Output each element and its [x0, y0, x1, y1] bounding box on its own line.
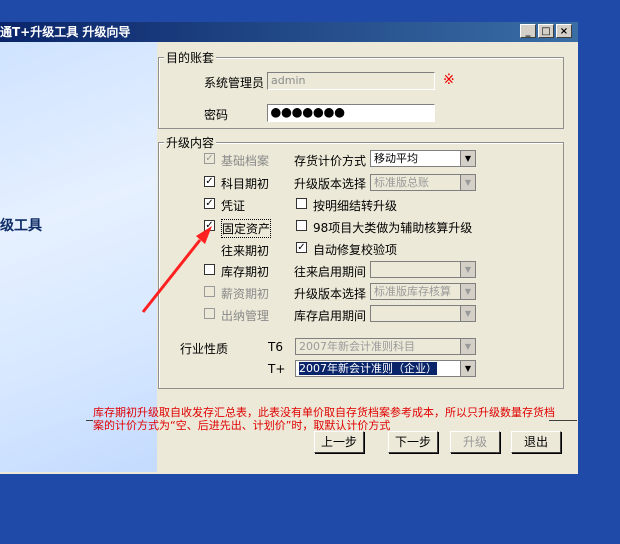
- checkbox-account-opening[interactable]: ✓: [204, 176, 215, 187]
- chevron-down-icon: ▼: [460, 175, 475, 190]
- admin-label: 系统管理员: [204, 76, 265, 90]
- voucher-label: 凭证: [221, 199, 246, 213]
- checkbox-aux-upgrade[interactable]: [296, 220, 307, 231]
- password-input[interactable]: ●●●●●●●: [267, 104, 435, 122]
- ar-period-select[interactable]: ▼: [370, 261, 476, 278]
- minimize-button[interactable]: _: [520, 24, 536, 38]
- checkbox-salary-opening[interactable]: [204, 286, 215, 297]
- upgrade-group-title: 升级内容: [164, 134, 217, 151]
- separator-left: [86, 420, 93, 421]
- admin-input[interactable]: admin: [267, 72, 435, 90]
- fixed-assets-label: 固定资产: [221, 219, 272, 238]
- title-bar[interactable]: 通T+升级工具 升级向导 _ □ ×: [0, 22, 578, 42]
- tplus-select[interactable]: 2007年新会计准则（企业） ▼: [295, 360, 476, 377]
- detail-upgrade-label: 按明细结转升级: [313, 199, 398, 213]
- version2-select[interactable]: 标准版库存核算 ▼: [370, 283, 476, 300]
- window-title: 通T+升级工具 升级向导: [0, 25, 131, 39]
- checkbox-auto-fix[interactable]: ✓: [296, 242, 307, 253]
- checkbox-voucher[interactable]: ✓: [204, 198, 215, 209]
- version-select[interactable]: 标准版总账 ▼: [370, 174, 476, 191]
- stock-period-select[interactable]: ▼: [370, 305, 476, 322]
- checkbox-fixed-assets[interactable]: ✓: [204, 220, 215, 231]
- inventory-method-label: 存货计价方式: [294, 154, 367, 168]
- checkbox-stock-opening[interactable]: [204, 264, 215, 275]
- close-button[interactable]: ×: [556, 24, 572, 38]
- t6-select[interactable]: 2007年新会计准则科目 ▼: [295, 338, 476, 355]
- banner-label: 级工具: [0, 218, 42, 234]
- aux-upgrade-label: 98项目大类做为辅助核算升级: [313, 221, 473, 235]
- industry-label: 行业性质: [180, 342, 229, 356]
- account-group-title: 目的账套: [164, 49, 217, 66]
- upgrade-button[interactable]: 升级: [450, 431, 500, 453]
- version2-label: 升级版本选择: [294, 287, 367, 301]
- chevron-down-icon: ▼: [460, 284, 475, 299]
- chevron-down-icon: ▼: [460, 262, 475, 277]
- maximize-button[interactable]: □: [538, 24, 554, 38]
- stock-period-label: 库存启用期间: [294, 309, 367, 323]
- stock-opening-label: 库存期初: [221, 265, 270, 279]
- checkbox-cashier[interactable]: [204, 308, 215, 319]
- prev-button[interactable]: 上一步: [314, 431, 364, 453]
- password-label: 密码: [204, 108, 229, 122]
- chevron-down-icon: ▼: [460, 306, 475, 321]
- auto-fix-label: 自动修复校验项: [313, 243, 398, 257]
- checkbox-detail-upgrade[interactable]: [296, 198, 307, 209]
- inventory-method-select[interactable]: 移动平均 ▼: [370, 150, 476, 167]
- ar-period-label: 往来启用期间: [294, 265, 367, 279]
- tplus-value: 2007年新会计准则（企业）: [299, 362, 437, 375]
- version-label: 升级版本选择: [294, 177, 367, 191]
- required-mark: ※: [443, 72, 455, 88]
- version2-value: 标准版库存核算: [374, 285, 451, 298]
- chevron-down-icon: ▼: [460, 361, 475, 376]
- chevron-down-icon: ▼: [460, 339, 475, 354]
- upgrade-note: 库存期初升级取自收发存汇总表，此表没有单价取自存货档案参考成本，所以只升级数量存…: [93, 406, 555, 432]
- basic-archive-label: 基础档案: [221, 154, 270, 168]
- chevron-down-icon: ▼: [460, 151, 475, 166]
- ar-opening-label: 往来期初: [221, 244, 270, 258]
- inventory-method-value: 移动平均: [374, 152, 418, 165]
- version-value: 标准版总账: [374, 176, 429, 189]
- tplus-label: T+: [268, 362, 286, 376]
- exit-button[interactable]: 退出: [511, 431, 561, 453]
- cashier-label: 出纳管理: [221, 309, 270, 323]
- salary-opening-label: 薪资期初: [221, 287, 270, 301]
- checkbox-basic-archive[interactable]: ✓: [204, 153, 215, 164]
- account-opening-label: 科目期初: [221, 177, 270, 191]
- next-button[interactable]: 下一步: [388, 431, 438, 453]
- t6-value: 2007年新会计准则科目: [299, 340, 415, 353]
- t6-label: T6: [268, 340, 283, 354]
